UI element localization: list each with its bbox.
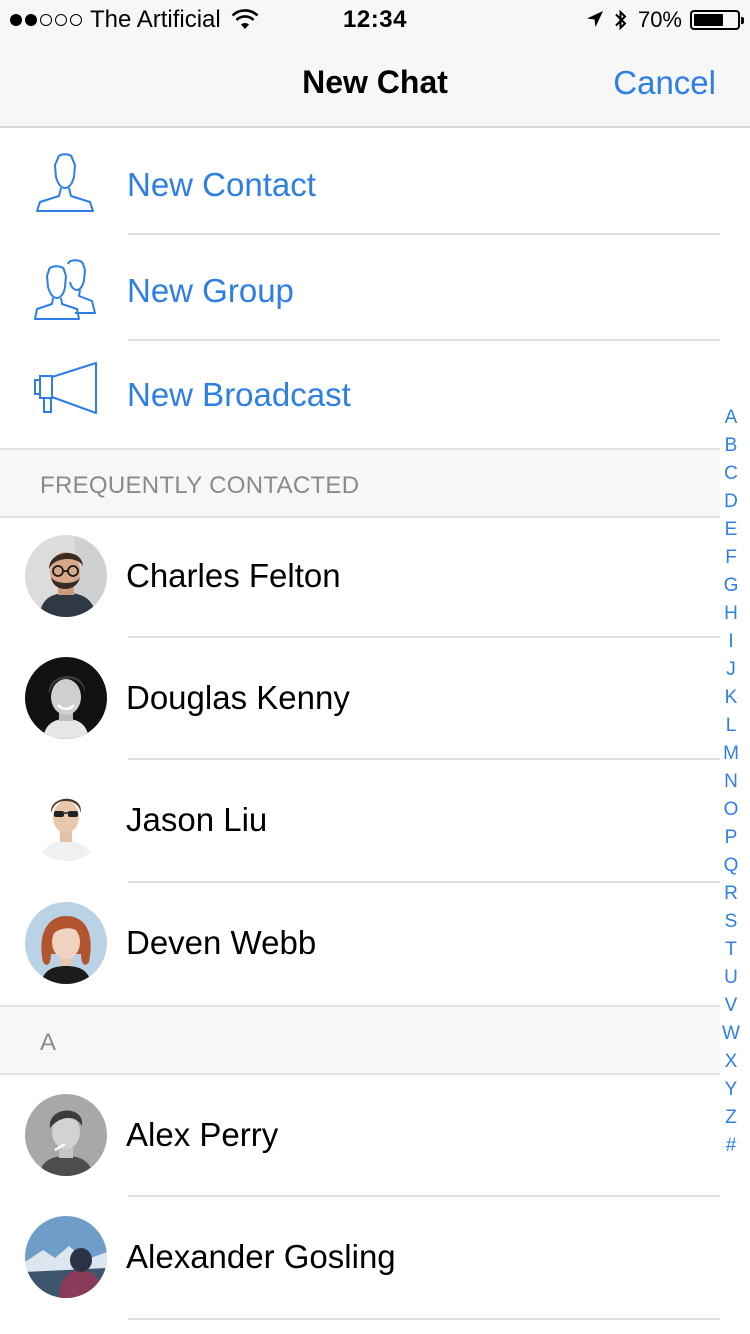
index-letter[interactable]: S (725, 908, 738, 936)
index-letter[interactable]: D (724, 488, 738, 516)
megaphone-icon (34, 362, 97, 414)
contact-row-alexander-gosling[interactable]: Alexander Gosling (0, 1198, 720, 1318)
index-letter[interactable]: T (725, 936, 737, 964)
index-letter[interactable]: B (725, 432, 738, 460)
person-icon (36, 153, 94, 212)
index-letter[interactable]: H (724, 600, 738, 628)
cancel-button[interactable]: Cancel (613, 64, 716, 102)
contact-name: Alex Perry (126, 1116, 279, 1153)
navigation-bar: New Chat Cancel (0, 40, 750, 128)
separator (128, 1318, 720, 1320)
contact-row-alex-perry[interactable]: Alex Perry (0, 1076, 720, 1196)
contact-name: Jason Liu (126, 801, 268, 838)
index-letter[interactable]: N (724, 768, 738, 796)
avatar (25, 1216, 107, 1298)
group-icon (34, 259, 96, 320)
alphabet-index[interactable]: A B C D E F G H I J K L M N O P Q R S T U V W X Y Z # (718, 404, 744, 1160)
new-contact-label: New Contact (127, 166, 316, 203)
contact-name: Douglas Kenny (126, 679, 350, 716)
location-arrow-icon (586, 11, 603, 27)
contact-row-jason-liu[interactable]: Jason Liu (0, 761, 720, 881)
new-contact-row[interactable]: New Contact (0, 130, 720, 234)
contact-row-deven-webb[interactable]: Deven Webb (0, 884, 720, 1004)
index-letter[interactable]: L (726, 712, 737, 740)
contact-row-charles-felton[interactable]: Charles Felton (0, 517, 720, 637)
separator (128, 233, 720, 235)
index-letter[interactable]: J (726, 656, 736, 684)
index-letter[interactable]: W (722, 1020, 740, 1048)
index-letter[interactable]: F (725, 544, 737, 572)
new-group-row[interactable]: New Group (0, 236, 720, 340)
index-letter[interactable]: # (726, 1132, 737, 1160)
contact-row-douglas-kenny[interactable]: Douglas Kenny (0, 639, 720, 759)
battery-percent: 70% (637, 7, 682, 32)
index-letter[interactable]: E (725, 516, 738, 544)
avatar (25, 1094, 107, 1176)
contact-name: Charles Felton (126, 557, 341, 594)
index-letter[interactable]: P (725, 824, 738, 852)
avatar (25, 779, 107, 861)
section-header-label: FREQUENTLY CONTACTED (40, 472, 360, 499)
avatar (25, 535, 107, 617)
index-letter[interactable]: Y (725, 1076, 738, 1104)
index-letter[interactable]: A (725, 404, 738, 432)
separator (128, 636, 720, 638)
index-letter[interactable]: V (725, 992, 738, 1020)
status-right: 70% (586, 6, 744, 34)
battery-icon (690, 10, 744, 30)
index-letter[interactable]: G (724, 572, 739, 600)
section-header-label: A (40, 1029, 57, 1056)
avatar (25, 657, 107, 739)
separator (128, 1195, 720, 1197)
separator (128, 881, 720, 883)
new-broadcast-label: New Broadcast (127, 376, 351, 413)
index-letter[interactable]: K (725, 684, 738, 712)
index-letter[interactable]: I (728, 628, 733, 656)
section-header-a: A (0, 1005, 720, 1075)
index-letter[interactable]: Z (725, 1104, 737, 1132)
new-group-label: New Group (127, 272, 294, 309)
separator (128, 758, 720, 760)
contact-name: Deven Webb (126, 924, 317, 961)
index-letter[interactable]: M (723, 740, 739, 768)
contact-name: Alexander Gosling (126, 1238, 396, 1275)
index-letter[interactable]: U (724, 964, 738, 992)
new-broadcast-row[interactable]: New Broadcast (0, 340, 720, 444)
battery-fill (694, 14, 724, 26)
bluetooth-icon (615, 9, 627, 31)
index-letter[interactable]: Q (724, 852, 739, 880)
section-header-frequently-contacted: FREQUENTLY CONTACTED (0, 448, 720, 518)
avatar (25, 902, 107, 984)
status-bar: The Artificial 12:34 70% (0, 0, 750, 40)
index-letter[interactable]: R (724, 880, 738, 908)
index-letter[interactable]: C (724, 460, 738, 488)
index-letter[interactable]: O (724, 796, 739, 824)
index-letter[interactable]: X (725, 1048, 738, 1076)
